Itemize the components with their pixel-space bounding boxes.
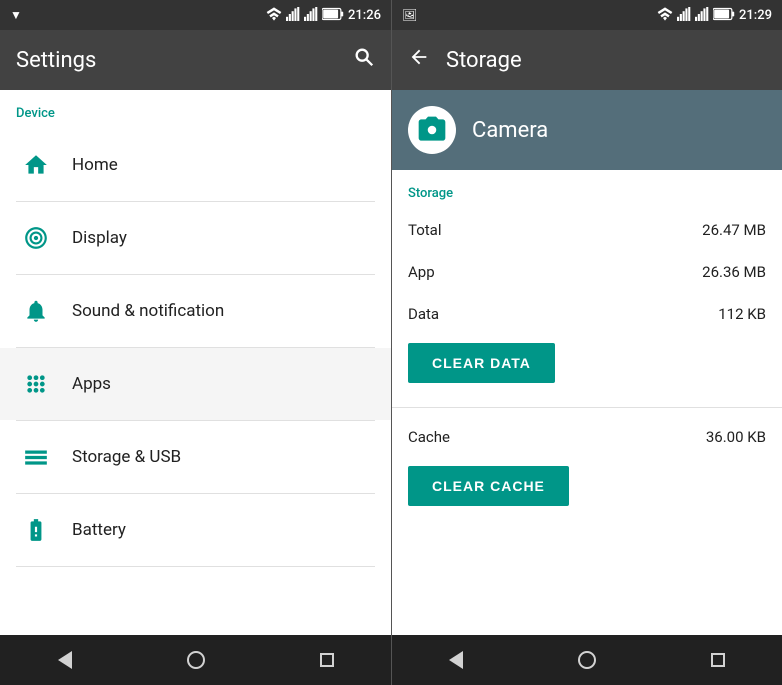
total-value: 26.47 MB: [702, 221, 766, 239]
settings-item-sound[interactable]: Sound & notification: [0, 275, 391, 347]
battery-label: Battery: [72, 520, 126, 540]
left-system-icons: 21:26: [266, 7, 381, 24]
back-nav-button[interactable]: [58, 651, 72, 669]
home-label: Home: [72, 155, 118, 175]
back-button[interactable]: [408, 46, 430, 74]
apps-label: Apps: [72, 374, 111, 394]
clear-data-button[interactable]: CLEAR DATA: [408, 343, 555, 383]
wifi-icon-right: [657, 7, 673, 24]
toolbar-left: Settings: [0, 30, 391, 90]
storage-row-total: Total 26.47 MB: [392, 209, 782, 251]
battery-icon-right: [713, 7, 735, 24]
settings-item-apps[interactable]: Apps: [0, 348, 391, 420]
cache-row: Cache 36.00 KB: [392, 416, 782, 458]
app-header: Camera: [392, 90, 782, 170]
status-bar-left: ▼ 21:26: [0, 0, 391, 30]
camera-app-icon: [408, 106, 456, 154]
camera-app-name: Camera: [472, 118, 548, 143]
storage-usb-label: Storage & USB: [72, 447, 181, 467]
storage-toolbar-title: Storage: [446, 48, 522, 73]
left-notification-icons: ▼: [10, 8, 22, 22]
cache-divider: [392, 407, 782, 408]
app-value: 26.36 MB: [702, 263, 766, 281]
signal-icon-right-2: [695, 7, 709, 24]
storage-row-data: Data 112 KB: [392, 293, 782, 335]
settings-list: Device Home Display Sound & notification: [0, 90, 391, 635]
left-panel: ▼ 21:26 Settings Device: [0, 0, 391, 685]
home-icon: [16, 145, 56, 185]
cache-value: 36.00 KB: [706, 428, 766, 446]
data-label: Data: [408, 305, 439, 323]
app-label: App: [408, 263, 435, 281]
sound-label: Sound & notification: [72, 301, 224, 321]
apps-icon: [16, 364, 56, 404]
signal-icon: [286, 7, 300, 24]
status-bar-right: 🖼 21:29: [392, 0, 782, 30]
right-system-icons: 21:29: [657, 7, 772, 24]
display-icon: [16, 218, 56, 258]
signal-icon-2: [304, 7, 318, 24]
total-label: Total: [408, 221, 442, 239]
device-section-header: Device: [0, 90, 391, 129]
storage-row-app: App 26.36 MB: [392, 251, 782, 293]
back-nav-button-right[interactable]: [449, 651, 463, 669]
recents-nav-button[interactable]: [320, 653, 334, 667]
right-panel: 🖼 21:29 Storage: [391, 0, 782, 685]
wifi-icon: [266, 7, 282, 24]
settings-item-storage[interactable]: Storage & USB: [0, 421, 391, 493]
image-notification-icon: 🖼: [402, 8, 417, 22]
battery-icon: [322, 7, 344, 24]
data-value: 112 KB: [718, 305, 766, 323]
time-left: 21:26: [348, 8, 381, 23]
time-right: 21:29: [739, 8, 772, 23]
nav-bar-left: [0, 635, 391, 685]
clear-cache-button[interactable]: CLEAR CACHE: [408, 466, 569, 506]
cache-label: Cache: [408, 428, 450, 446]
storage-content: Storage Total 26.47 MB App 26.36 MB Data…: [392, 170, 782, 635]
settings-item-battery[interactable]: Battery: [0, 494, 391, 566]
storage-section-label: Storage: [392, 170, 782, 209]
display-label: Display: [72, 228, 127, 248]
home-nav-button-right[interactable]: [578, 651, 596, 669]
signal-icon-right-1: [677, 7, 691, 24]
sound-icon: [16, 291, 56, 331]
settings-title: Settings: [16, 48, 96, 73]
divider-6: [16, 566, 375, 567]
home-nav-button[interactable]: [187, 651, 205, 669]
toolbar-right: Storage: [392, 30, 782, 90]
storage-icon: [16, 437, 56, 477]
right-notification-icons: 🖼: [402, 8, 417, 22]
settings-item-display[interactable]: Display: [0, 202, 391, 274]
nav-bar-right: [392, 635, 782, 685]
battery-settings-icon: [16, 510, 56, 550]
recents-nav-button-right[interactable]: [711, 653, 725, 667]
download-icon: ▼: [10, 8, 22, 22]
search-button[interactable]: [353, 46, 375, 74]
settings-item-home[interactable]: Home: [0, 129, 391, 201]
